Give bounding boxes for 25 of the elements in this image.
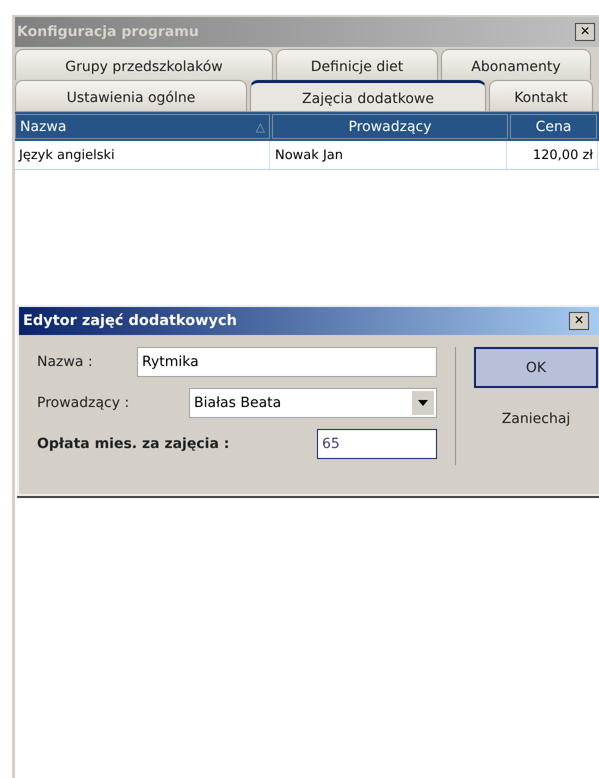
ok-button[interactable]: OK <box>474 347 598 388</box>
window-title: Konfiguracja programu <box>16 24 199 40</box>
field-label: Nazwa : <box>37 354 93 370</box>
cancel-button[interactable]: Zaniechaj <box>474 398 598 439</box>
tab[interactable]: Abonamenty <box>441 49 591 80</box>
tab[interactable]: Kontakt <box>489 80 593 111</box>
input-field[interactable]: 65 <box>317 429 437 459</box>
sort-icon: △ <box>256 120 265 134</box>
field-label: Opłata mies. za zajęcia : <box>37 436 230 452</box>
table-cell: Nowak Jan <box>271 141 507 169</box>
tab[interactable]: Zajęcia dodatkowe <box>250 80 486 111</box>
column-header[interactable]: Cena <box>510 114 597 139</box>
field-label: Prowadzący : <box>37 395 130 411</box>
tab[interactable]: Grupy przedszkolaków <box>15 49 273 80</box>
table-cell: 120,00 zł <box>508 141 598 169</box>
tab[interactable]: Ustawienia ogólne <box>15 80 247 111</box>
dropdown[interactable]: Białas Beata <box>189 388 437 418</box>
close-button[interactable]: × <box>575 23 595 41</box>
table-cell: Język angielski <box>15 141 270 169</box>
input-field[interactable]: Rytmika <box>137 347 437 377</box>
column-header[interactable]: Nazwa △ <box>15 114 270 139</box>
dialog-title: Edytor zajęć dodatkowych <box>22 313 237 329</box>
tab[interactable]: Definicje diet <box>276 49 438 80</box>
close-button[interactable]: × <box>569 312 589 330</box>
column-header[interactable]: Prowadzący <box>272 114 508 139</box>
